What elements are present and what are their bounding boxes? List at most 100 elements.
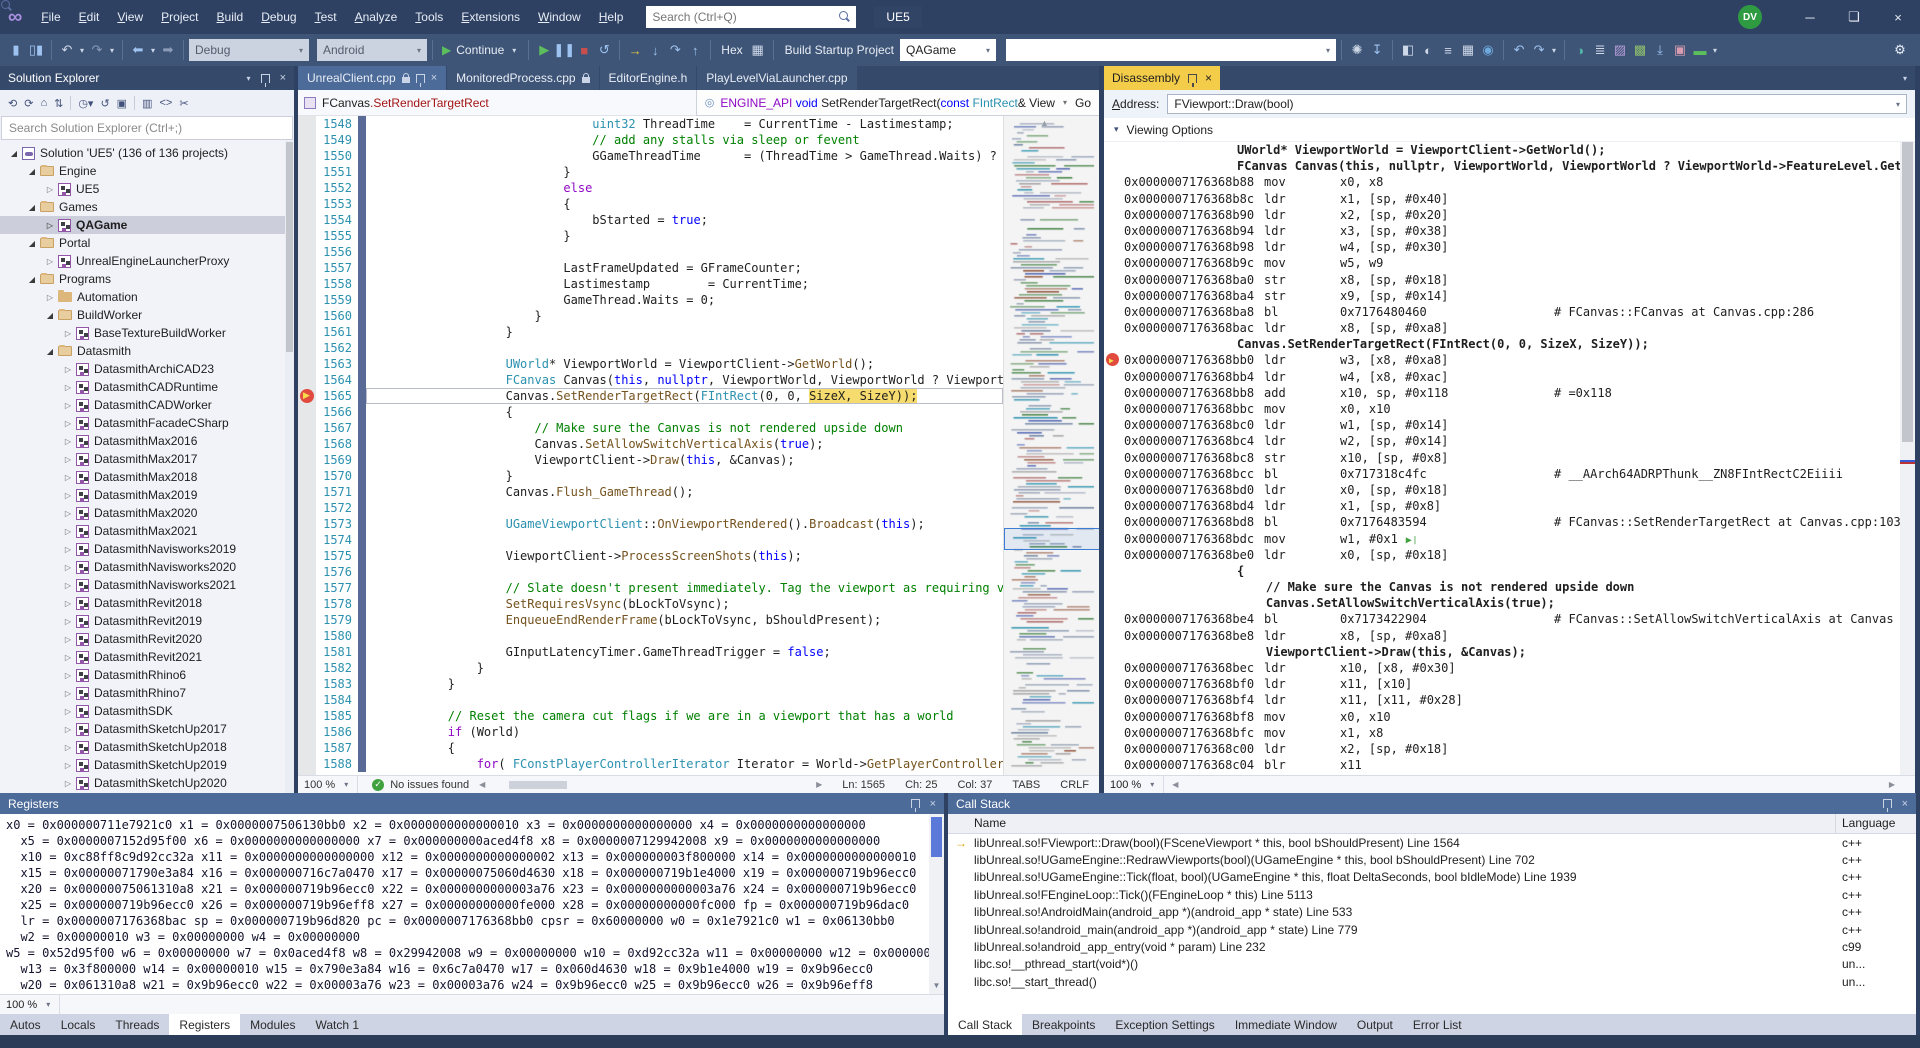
- expander-closed-icon[interactable]: ▷: [60, 725, 76, 734]
- disassembly-source-line[interactable]: // Make sure the Canvas is not rendered …: [1104, 579, 1915, 595]
- expander-closed-icon[interactable]: ▷: [60, 581, 76, 590]
- code-line-1558[interactable]: 1558Lastimestamp = CurrentTime;: [316, 276, 1003, 292]
- expander-open-icon[interactable]: ◢: [42, 311, 58, 320]
- code-line-1557[interactable]: 1557LastFrameUpdated = GFrameCounter;: [316, 260, 1003, 276]
- startup-project-dropdown[interactable]: QAGame▾: [900, 39, 996, 61]
- step-out-icon[interactable]: ↑: [685, 39, 705, 61]
- disassembly-listing[interactable]: UWorld* ViewportWorld = ViewportClient->…: [1104, 142, 1915, 775]
- call-stack-frame[interactable]: libUnreal.so!AndroidMain(android_app *)(…: [948, 904, 1916, 921]
- disassembly-instruction[interactable]: 0x0000007176368b8cldrx1, [sp, #0x40]: [1104, 191, 1915, 207]
- tree-item-datasmithmax2021[interactable]: ▷DatasmithMax2021: [0, 522, 294, 540]
- code-line-1567[interactable]: 1567// Make sure the Canvas is not rende…: [316, 420, 1003, 436]
- call-stack-frame[interactable]: →libUnreal.so!FViewport::Draw(bool)(FSce…: [948, 834, 1916, 851]
- tab-unrealclient-cpp[interactable]: UnrealClient.cpp×: [298, 66, 446, 90]
- call-stack-frame[interactable]: libUnreal.so!android_main(android_app *)…: [948, 921, 1916, 938]
- code-editor[interactable]: 1548uint32 ThreadTime = CurrentTime - La…: [298, 116, 1099, 775]
- expander-open-icon[interactable]: ◢: [24, 203, 40, 212]
- code-line-1548[interactable]: 1548uint32 ThreadTime = CurrentTime - La…: [316, 116, 1003, 132]
- navigate-back-icon[interactable]: ⬅: [128, 39, 148, 61]
- quick-search-input[interactable]: Search (Ctrl+Q): [646, 6, 856, 28]
- customize-toolbar-icon[interactable]: ⚙: [1890, 39, 1910, 61]
- code-line-1588[interactable]: 1588for( FConstPlayerControllerIterator …: [316, 756, 1003, 772]
- disassembly-instruction[interactable]: 0x0000007176368bf4ldrx11, [x11, #0x28]: [1104, 692, 1915, 708]
- expander-closed-icon[interactable]: ▷: [60, 761, 76, 770]
- chevron-down-icon[interactable]: ▾: [1903, 74, 1915, 83]
- disassembly-instruction[interactable]: 0x0000007176368b98ldrw4, [sp, #0x30]: [1104, 239, 1915, 255]
- bottom-tab-registers[interactable]: Registers: [169, 1014, 240, 1035]
- expander-open-icon[interactable]: ◢: [42, 347, 58, 356]
- home-icon[interactable]: ⌂: [40, 97, 47, 109]
- pause-icon[interactable]: ❚❚: [554, 39, 574, 61]
- expander-closed-icon[interactable]: ▷: [42, 293, 58, 302]
- code-line-1571[interactable]: 1571Canvas.Flush_GameThread();: [316, 484, 1003, 500]
- code-line-1568[interactable]: 1568Canvas.SetAllowSwitchVerticalAxis(tr…: [316, 436, 1003, 452]
- build-startup-project-button[interactable]: Build Startup Project: [779, 43, 900, 57]
- menu-window[interactable]: Window: [529, 6, 590, 28]
- code-line-1587[interactable]: 1587{: [316, 740, 1003, 756]
- show-all-files-icon[interactable]: ▥: [142, 97, 152, 110]
- menu-view[interactable]: View: [108, 6, 152, 28]
- bug-icon[interactable]: ▩: [1630, 39, 1650, 61]
- disassembly-instruction[interactable]: 0x0000007176368b9cmovw5, w9: [1104, 255, 1915, 271]
- bottom-tab-exception-settings[interactable]: Exception Settings: [1105, 1014, 1224, 1035]
- tree-item-datasmithrhino6[interactable]: ▷DatasmithRhino6: [0, 666, 294, 684]
- column-name[interactable]: Name: [948, 814, 1836, 833]
- expander-closed-icon[interactable]: ▷: [60, 401, 76, 410]
- tree-item-datasmithmax2020[interactable]: ▷DatasmithMax2020: [0, 504, 294, 522]
- code-line-1551[interactable]: 1551}: [316, 164, 1003, 180]
- tree-item-ue5[interactable]: ▷UE5: [0, 180, 294, 198]
- tree-item-games[interactable]: ◢Games: [0, 198, 294, 216]
- settings-gear-icon[interactable]: ✺: [1347, 39, 1367, 61]
- tree-item-datasmithfacadecsharp[interactable]: ▷DatasmithFacadeCSharp: [0, 414, 294, 432]
- code-line-1552[interactable]: 1552else: [316, 180, 1003, 196]
- code-line-1555[interactable]: 1555}: [316, 228, 1003, 244]
- call-stack-title-bar[interactable]: Call Stack ×: [948, 793, 1916, 814]
- code-line-1569[interactable]: 1569ViewportClient->Draw(this, &Canvas);: [316, 452, 1003, 468]
- code-line-1564[interactable]: 1564FCanvas Canvas(this, nullptr, Viewpo…: [316, 372, 1003, 388]
- tree-item-datasmithrevit2020[interactable]: ▷DatasmithRevit2020: [0, 630, 294, 648]
- tree-scrollbar[interactable]: [285, 140, 294, 793]
- expander-closed-icon[interactable]: ▷: [60, 671, 76, 680]
- close-icon[interactable]: ×: [280, 72, 286, 84]
- disassembly-instruction[interactable]: 0x0000007176368b88movx0, x8: [1104, 174, 1915, 190]
- code-line-1563[interactable]: 1563UWorld* ViewportWorld = ViewportClie…: [316, 356, 1003, 372]
- disassembly-instruction[interactable]: 0x0000007176368bd8bl0x7176483594# FCanva…: [1104, 514, 1915, 530]
- close-icon[interactable]: ×: [930, 798, 936, 810]
- expander-closed-icon[interactable]: ▷: [60, 383, 76, 392]
- chevron-down-icon[interactable]: ▾: [247, 74, 251, 83]
- close-icon[interactable]: ×: [431, 72, 437, 84]
- disassembly-instruction[interactable]: 0x0000007176368bf0ldrx11, [x10]: [1104, 676, 1915, 692]
- zoom-selector[interactable]: 100 %▾: [0, 995, 60, 1014]
- code-line-1585[interactable]: 1585// Reset the camera cut flags if we …: [316, 708, 1003, 724]
- breakpoint-current-statement-icon[interactable]: [300, 389, 314, 403]
- tree-item-programs[interactable]: ◢Programs: [0, 270, 294, 288]
- command-arguments-dropdown[interactable]: ▾: [1006, 39, 1336, 61]
- code-line-1584[interactable]: 1584: [316, 692, 1003, 708]
- tree-item-datasmithmax2018[interactable]: ▷DatasmithMax2018: [0, 468, 294, 486]
- expander-closed-icon[interactable]: ▷: [60, 491, 76, 500]
- tree-item-datasmithrevit2021[interactable]: ▷DatasmithRevit2021: [0, 648, 294, 666]
- tree-item-datasmithsketchup2019[interactable]: ▷DatasmithSketchUp2019: [0, 756, 294, 774]
- disassembly-instruction[interactable]: 0x0000007176368bb0ldrw3, [x8, #0xa8]: [1104, 352, 1915, 368]
- tree-item-datasmithrevit2018[interactable]: ▷DatasmithRevit2018: [0, 594, 294, 612]
- tree-item-unrealenginelauncherproxy[interactable]: ▷UnrealEngineLauncherProxy: [0, 252, 294, 270]
- close-icon[interactable]: ×: [1902, 798, 1908, 810]
- bottom-tab-error-list[interactable]: Error List: [1403, 1014, 1472, 1035]
- expander-closed-icon[interactable]: ▷: [60, 365, 76, 374]
- bottom-tab-immediate-window[interactable]: Immediate Window: [1225, 1014, 1347, 1035]
- disassembly-source-line[interactable]: ViewportClient->Draw(this, &Canvas);: [1104, 644, 1915, 660]
- dropdown-caret-icon[interactable]: ▾: [148, 46, 158, 55]
- scroll-down-icon[interactable]: ▼: [931, 978, 942, 994]
- registers-scrollbar[interactable]: ▲▼: [929, 814, 944, 994]
- tree-item-datasmithcadruntime[interactable]: ▷DatasmithCADRuntime: [0, 378, 294, 396]
- breakpoint-margin[interactable]: [298, 116, 316, 775]
- disassembly-instruction[interactable]: 0x0000007176368b90ldrx2, [sp, #0x20]: [1104, 207, 1915, 223]
- attach-to-process-icon[interactable]: ↧: [1367, 39, 1387, 61]
- column-language[interactable]: Language: [1836, 814, 1916, 833]
- zoom-selector[interactable]: 100 %▾: [1104, 776, 1164, 793]
- call-stack-frame[interactable]: libc.so!__pthread_start(void*)()un...: [948, 956, 1916, 973]
- tree-item-solution-ue5-136-of-136-projects-[interactable]: ◢Solution 'UE5' (136 of 136 projects): [0, 144, 294, 162]
- code-line-1553[interactable]: 1553{: [316, 196, 1003, 212]
- disassembly-instruction[interactable]: 0x0000007176368bd4ldrx1, [sp, #0x8]: [1104, 498, 1915, 514]
- disassembly-instruction[interactable]: 0x0000007176368bccbl0x717318c4fc# __AArc…: [1104, 466, 1915, 482]
